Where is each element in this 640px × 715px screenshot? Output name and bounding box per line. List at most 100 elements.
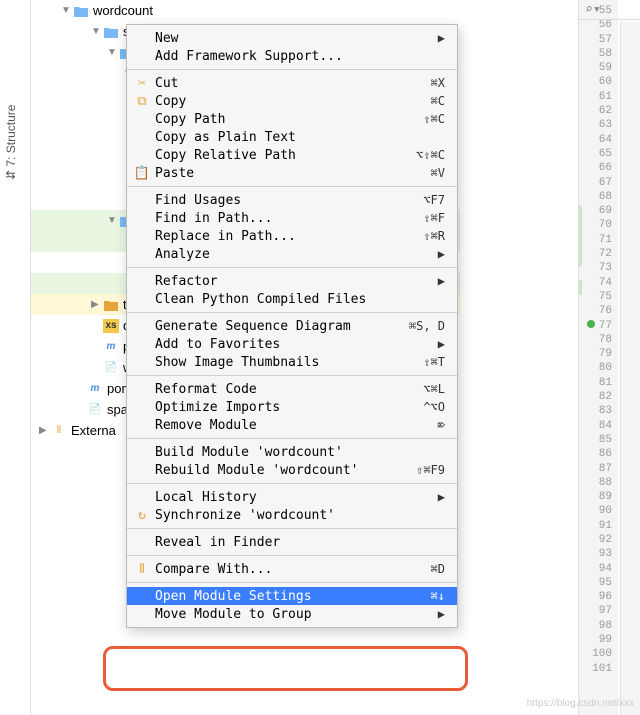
menu-shortcut: ⌘V [431,166,445,180]
copy-icon: ⧉ [133,94,151,109]
menu-item-label: Refactor [155,274,438,289]
gutter-line-number: 100 [579,647,612,661]
menu-item-reveal-in-finder[interactable]: Reveal in Finder [127,533,457,551]
menu-item-copy-path[interactable]: Copy Path⇧⌘C [127,110,457,128]
menu-shortcut: ⌥⌘L [423,382,445,396]
gutter-line-number: 58 [579,47,612,61]
gutter-line-number: 79 [579,347,612,361]
tree-root-label: wordcount [93,3,153,18]
file-icon: 📄 [103,361,119,375]
gutter-line-number: 95 [579,576,612,590]
gutter-line-number: 97 [579,604,612,618]
menu-item-cut[interactable]: ✂Cut⌘X [127,74,457,92]
menu-item-generate-sequence-diagram[interactable]: Generate Sequence Diagram⌘S, D [127,317,457,335]
chevron-icon[interactable]: ▼ [107,47,117,58]
gutter-line-number: 67 [579,176,612,190]
gutter-line-number: 83 [579,404,612,418]
menu-item-synchronize-wordcount[interactable]: ↻Synchronize 'wordcount' [127,506,457,524]
file-icon: 📄 [87,403,103,417]
menu-item-add-framework-support[interactable]: Add Framework Support... [127,47,457,65]
gutter-line-number: 77 [579,319,612,333]
menu-item-open-module-settings[interactable]: Open Module Settings⌘↓ [127,587,457,605]
gutter-line-number: 91 [579,519,612,533]
menu-item-refactor[interactable]: Refactor▶ [127,272,457,290]
submenu-arrow-icon: ▶ [438,607,445,621]
menu-item-compare-with[interactable]: ⦀Compare With...⌘D [127,560,457,578]
chevron-icon[interactable]: ▼ [107,215,117,226]
gutter-line-number: 86 [579,447,612,461]
chevron-down-icon[interactable]: ▼ [61,5,71,16]
menu-item-local-history[interactable]: Local History▶ [127,488,457,506]
structure-tool-tab[interactable]: ⇵ 7: Structure [4,105,18,180]
menu-shortcut: ^⌥O [423,400,445,414]
menu-separator [127,69,457,70]
gutter-line-number: 80 [579,361,612,375]
menu-item-label: Analyze [155,247,438,262]
menu-item-paste[interactable]: 📋Paste⌘V [127,164,457,182]
chevron-icon[interactable]: ▼ [91,26,101,37]
maven-icon: m [103,340,119,354]
menu-item-clean-python-compiled-files[interactable]: Clean Python Compiled Files [127,290,457,308]
menu-item-remove-module[interactable]: Remove Module⌦ [127,416,457,434]
menu-item-label: Reveal in Finder [155,535,445,550]
gutter-breakpoint-icon[interactable] [587,320,595,328]
sync-icon: ↻ [133,508,151,523]
menu-separator [127,267,457,268]
editor-scrollbar[interactable] [620,22,640,715]
menu-item-optimize-imports[interactable]: Optimize Imports^⌥O [127,398,457,416]
menu-item-rebuild-module-wordcount[interactable]: Rebuild Module 'wordcount'⇧⌘F9 [127,461,457,479]
gutter-line-number: 93 [579,547,612,561]
menu-item-copy-as-plain-text[interactable]: Copy as Plain Text [127,128,457,146]
gutter-line-number: 98 [579,619,612,633]
gutter-line-number: 74 [579,276,612,290]
menu-item-label: Copy Path [155,112,423,127]
menu-item-add-to-favorites[interactable]: Add to Favorites▶ [127,335,457,353]
menu-item-new[interactable]: New▶ [127,29,457,47]
menu-shortcut: ⇧⌘R [423,229,445,243]
menu-shortcut: ⌘C [431,94,445,108]
menu-shortcut: ⇧⌘F9 [416,463,445,477]
menu-separator [127,375,457,376]
chevron-right-icon[interactable]: ▶ [39,425,49,436]
menu-item-copy[interactable]: ⧉ Copy⌘C [127,92,457,110]
folder-icon [73,4,89,18]
gutter-line-number: 63 [579,118,612,132]
menu-item-label: Cut [155,76,431,91]
gutter-line-number: 71 [579,233,612,247]
gutter-line-number: 85 [579,433,612,447]
menu-separator [127,582,457,583]
submenu-arrow-icon: ▶ [438,337,445,351]
editor-search[interactable]: ⌕▾ [578,0,640,20]
menu-item-label: Rebuild Module 'wordcount' [155,463,416,478]
scissors-icon: ✂ [133,76,151,91]
menu-item-move-module-to-group[interactable]: Move Module to Group▶ [127,605,457,623]
menu-item-analyze[interactable]: Analyze▶ [127,245,457,263]
menu-item-find-in-path[interactable]: Find in Path...⇧⌘F [127,209,457,227]
menu-separator [127,555,457,556]
gutter-line-number: 65 [579,147,612,161]
gutter-line-number: 66 [579,161,612,175]
gutter-line-number: 75 [579,290,612,304]
menu-item-copy-relative-path[interactable]: Copy Relative Path⌥⇧⌘C [127,146,457,164]
chevron-icon[interactable]: ▶ [91,299,101,310]
structure-icon: ⇵ 7: [4,157,18,180]
menu-item-build-module-wordcount[interactable]: Build Module 'wordcount' [127,443,457,461]
menu-item-label: Copy [155,94,431,109]
gutter-line-number: 94 [579,562,612,576]
menu-separator [127,186,457,187]
menu-item-replace-in-path[interactable]: Replace in Path...⇧⌘R [127,227,457,245]
menu-item-label: Local History [155,490,438,505]
gutter-line-number: 59 [579,61,612,75]
menu-item-find-usages[interactable]: Find Usages⌥F7 [127,191,457,209]
menu-separator [127,312,457,313]
menu-item-reformat-code[interactable]: Reformat Code⌥⌘L [127,380,457,398]
menu-item-label: Remove Module [155,418,438,433]
menu-item-show-image-thumbnails[interactable]: Show Image Thumbnails⇧⌘T [127,353,457,371]
submenu-arrow-icon: ▶ [438,31,445,45]
gutter-line-number: 81 [579,376,612,390]
menu-shortcut: ⌥F7 [423,193,445,207]
tree-root[interactable]: ▼ wordcount [31,0,460,21]
menu-item-label: Move Module to Group [155,607,438,622]
gutter-line-number: 57 [579,33,612,47]
item-icon [103,25,119,39]
